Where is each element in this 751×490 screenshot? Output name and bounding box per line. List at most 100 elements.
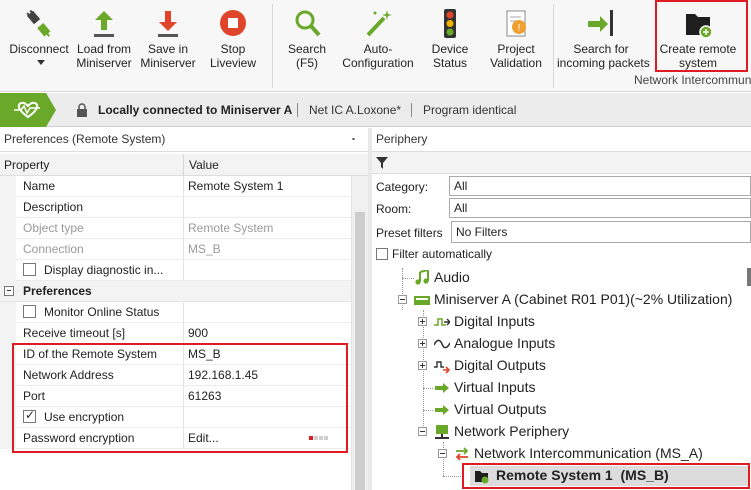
preferences-scrollbar[interactable] xyxy=(351,176,368,490)
collapse-network-periphery-toggle[interactable] xyxy=(418,427,427,436)
lock-icon xyxy=(77,103,87,117)
loxone-logo-icon[interactable] xyxy=(0,93,56,127)
panel-splitter[interactable] xyxy=(368,128,372,490)
device-status-button[interactable]: Device Status xyxy=(420,0,480,76)
collapse-miniserver-toggle[interactable] xyxy=(398,295,407,304)
property-value[interactable]: Remote System 1 xyxy=(188,179,283,193)
value-column-header[interactable]: Value xyxy=(189,158,219,172)
row-gutter xyxy=(0,218,16,239)
search-label-2: (F5) xyxy=(296,56,318,70)
music-note-icon xyxy=(415,270,429,285)
upload-arrow-icon xyxy=(94,11,114,37)
property-column-header[interactable]: Property xyxy=(4,158,49,172)
property-grid-header: Property Value xyxy=(0,154,368,176)
column-divider xyxy=(183,197,184,218)
highlight-connection-settings xyxy=(12,343,348,453)
disconnect-button[interactable]: Disconnect xyxy=(4,0,74,76)
collapse-icon[interactable] xyxy=(4,286,14,296)
pin-icon[interactable]: ⬝ xyxy=(352,133,355,146)
preferences-panel-title: Preferences (Remote System) xyxy=(4,132,166,146)
preset-filters-label: Preset filters xyxy=(376,226,443,240)
chevron-down-icon[interactable] xyxy=(37,60,45,65)
save-in-miniserver-button[interactable]: Save in Miniserver xyxy=(136,0,200,76)
network-periphery-icon xyxy=(435,425,449,439)
search-incoming-packets-button[interactable]: Search for incoming packets xyxy=(557,0,650,76)
periphery-panel-header: Periphery xyxy=(372,128,751,152)
property-row-monitor-online[interactable]: Monitor Online Status xyxy=(0,302,351,323)
tree-line xyxy=(443,476,463,477)
collapse-intercommunication-toggle[interactable] xyxy=(438,449,447,458)
stop-label-1: Stop xyxy=(220,42,246,56)
property-row-receive-timeout[interactable]: Receive timeout [s] 900 xyxy=(0,323,351,344)
property-key: Description xyxy=(23,200,84,214)
search-label-1: Search xyxy=(287,42,327,56)
column-divider xyxy=(183,323,184,344)
preset-filters-value: No Filters xyxy=(456,225,508,239)
display-diagnostic-checkbox[interactable] xyxy=(23,263,36,276)
search-button[interactable]: Search (F5) xyxy=(278,0,336,76)
row-gutter xyxy=(0,260,16,281)
auto-configuration-button[interactable]: Auto- Configuration xyxy=(338,0,418,76)
property-value: Remote System xyxy=(188,221,274,235)
connection-status: Locally connected to Miniserver A xyxy=(98,103,293,117)
column-divider xyxy=(183,302,184,323)
filter-automatically-checkbox[interactable] xyxy=(376,248,388,260)
preferences-section[interactable]: Preferences xyxy=(0,281,351,302)
property-row-display-diagnostic[interactable]: Display diagnostic in... xyxy=(0,260,351,281)
category-select[interactable]: All xyxy=(449,176,751,196)
svg-text:!: ! xyxy=(518,23,521,34)
property-key: Connection xyxy=(23,242,84,256)
tree-item-label: Digital Outputs xyxy=(454,357,546,373)
save-label-1: Save in xyxy=(147,42,189,56)
filter-funnel-icon[interactable] xyxy=(376,157,388,169)
load-from-miniserver-button[interactable]: Load from Miniserver xyxy=(72,0,136,76)
tree-line xyxy=(423,310,424,432)
room-select[interactable]: All xyxy=(449,198,751,218)
auto-label-2: Configuration xyxy=(342,56,414,70)
virtual-inputs-icon xyxy=(435,383,449,393)
preset-filters-select[interactable]: No Filters xyxy=(451,221,751,243)
digital-inputs-icon xyxy=(434,318,450,326)
property-row-description[interactable]: Description xyxy=(0,197,351,218)
category-value: All xyxy=(454,179,468,193)
column-divider xyxy=(183,154,184,176)
expand-analogue-inputs-toggle[interactable] xyxy=(418,339,427,348)
tree-item-label: Virtual Inputs xyxy=(454,379,536,395)
device-label-1: Device xyxy=(431,42,469,56)
expand-digital-outputs-toggle[interactable] xyxy=(418,361,427,370)
validation-label-2: Validation xyxy=(490,56,542,70)
category-label: Category: xyxy=(376,180,429,194)
periphery-scrollbar-thumb[interactable] xyxy=(747,268,751,286)
tree-item-label: Digital Inputs xyxy=(454,313,535,329)
scrollbar-thumb[interactable] xyxy=(355,212,365,490)
column-divider xyxy=(183,260,184,281)
download-arrow-icon xyxy=(158,11,178,37)
status-bar: Locally connected to Miniserver A Net IC… xyxy=(0,93,751,127)
ribbon-group-label: Network Intercommunic xyxy=(634,73,751,87)
room-label: Room: xyxy=(376,202,412,216)
filter-toolbar xyxy=(372,152,751,174)
property-value[interactable]: 900 xyxy=(188,326,208,340)
project-validation-button[interactable]: ! Project Validation xyxy=(484,0,548,76)
column-divider xyxy=(183,239,184,260)
highlight-remote-system xyxy=(462,463,750,489)
ribbon-toolbar: Disconnect Load from Miniserver Save in … xyxy=(0,0,751,92)
preferences-panel-header: Preferences (Remote System) ⬝ xyxy=(0,128,368,152)
property-row-name[interactable]: Name Remote System 1 xyxy=(0,176,351,197)
property-key: Receive timeout [s] xyxy=(23,326,126,340)
column-divider xyxy=(183,176,184,197)
load-label-1: Load from xyxy=(76,42,132,56)
stop-liveview-button[interactable]: Stop Liveview xyxy=(202,0,264,76)
property-row-object-type: Object type Remote System xyxy=(0,218,351,239)
filter-automatically-label: Filter automatically xyxy=(392,247,493,261)
stop-label-2: Liveview xyxy=(209,56,257,70)
intercommunication-icon xyxy=(455,447,469,461)
highlight-create-remote xyxy=(655,0,748,72)
incoming-label-1: Search for xyxy=(573,42,629,56)
disconnect-label: Disconnect xyxy=(9,42,69,56)
program-status: Program identical xyxy=(423,103,517,117)
expand-digital-inputs-toggle[interactable] xyxy=(418,317,427,326)
monitor-online-checkbox[interactable] xyxy=(23,305,36,318)
digital-outputs-icon xyxy=(434,361,450,374)
device-label-2: Status xyxy=(432,56,468,70)
